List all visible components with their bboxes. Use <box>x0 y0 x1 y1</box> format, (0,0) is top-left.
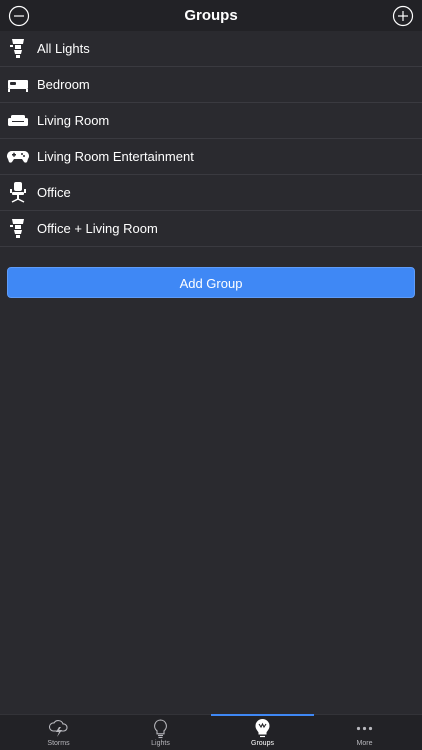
group-label: All Lights <box>37 41 90 56</box>
sofa-icon <box>8 115 28 126</box>
group-row-all-lights[interactable]: All Lights <box>0 31 422 67</box>
tab-groups[interactable]: Groups <box>211 714 314 750</box>
nav-bar: Groups <box>0 0 422 31</box>
group-label: Living Room Entertainment <box>37 149 194 164</box>
plus-circle-icon <box>392 5 414 27</box>
lamps-icon <box>10 219 24 238</box>
gamepad-icon <box>6 151 29 163</box>
tab-bar: Storms Lights Groups More <box>0 714 422 750</box>
group-label: Office + Living Room <box>37 221 158 236</box>
storm-cloud-icon <box>48 720 68 737</box>
group-row-bedroom[interactable]: Bedroom <box>0 67 422 103</box>
lamps-icon <box>10 39 24 58</box>
group-bulb-icon <box>255 719 270 738</box>
group-label: Office <box>37 185 71 200</box>
tab-lights[interactable]: Lights <box>109 715 212 750</box>
add-group-icon-button[interactable] <box>392 5 414 27</box>
tab-label: Groups <box>251 740 274 747</box>
group-list: All Lights Bedroom Living Room Living Ro… <box>0 31 422 247</box>
group-row-office[interactable]: Office <box>0 175 422 211</box>
tab-more[interactable]: More <box>313 715 416 750</box>
tab-label: More <box>356 740 373 747</box>
tab-label: Lights <box>151 740 170 747</box>
group-row-living-room[interactable]: Living Room <box>0 103 422 139</box>
more-dots-icon <box>356 726 373 731</box>
page-title: Groups <box>184 7 238 24</box>
group-label: Living Room <box>37 113 110 128</box>
tab-label: Storms <box>47 740 70 747</box>
group-row-living-room-entertainment[interactable]: Living Room Entertainment <box>0 139 422 175</box>
group-label: Bedroom <box>37 77 90 92</box>
tab-storms[interactable]: Storms <box>7 715 110 750</box>
office-chair-icon <box>10 182 26 203</box>
add-group-button[interactable]: Add Group <box>7 267 415 298</box>
bed-icon <box>8 80 28 92</box>
bulb-icon <box>154 719 167 739</box>
group-row-office-living-room[interactable]: Office + Living Room <box>0 211 422 247</box>
